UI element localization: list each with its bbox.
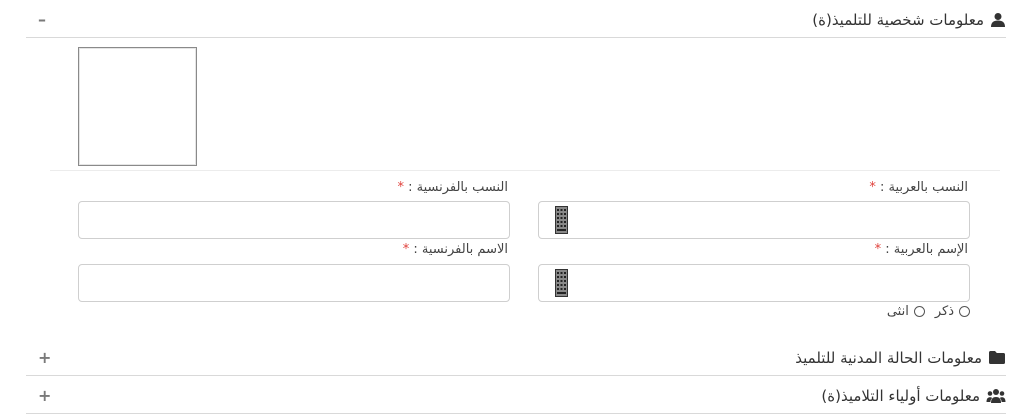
section-civil-title-wrap: معلومات الحالة المدنية للتلميذ xyxy=(795,349,1006,367)
folder-icon xyxy=(988,350,1006,365)
firstname-fr-label: الاسم بالفرنسية : * xyxy=(403,242,508,257)
lastname-ar-input[interactable] xyxy=(538,201,970,239)
users-icon xyxy=(986,388,1006,404)
gender-female-label: انثى xyxy=(886,304,909,319)
firstname-ar-input[interactable] xyxy=(538,264,970,302)
section-guardians-header[interactable]: + معلومات أولياء التلاميذ(ة) xyxy=(26,378,1006,414)
required-mark: * xyxy=(869,180,876,195)
gender-radio-group: ذكر انثى xyxy=(887,304,970,319)
section-personal-title: معلومات شخصية للتلميذ(ة) xyxy=(812,10,984,29)
user-icon xyxy=(990,12,1006,28)
lastname-fr-label-text: النسب بالفرنسية : xyxy=(408,180,508,195)
expand-toggle[interactable]: + xyxy=(38,387,51,404)
section-guardians-title: معلومات أولياء التلاميذ(ة) xyxy=(821,386,980,405)
gender-male-label: ذكر xyxy=(934,304,954,319)
lastname-fr-input[interactable] xyxy=(78,201,510,239)
firstname-fr-label-text: الاسم بالفرنسية : xyxy=(413,242,508,257)
section-civil-title: معلومات الحالة المدنية للتلميذ xyxy=(795,348,982,367)
section-personal-header[interactable]: – معلومات شخصية للتلميذ(ة) xyxy=(26,2,1006,38)
gender-male-option[interactable]: ذكر xyxy=(935,304,970,319)
gender-female-option[interactable]: انثى xyxy=(887,304,925,319)
collapse-toggle[interactable]: – xyxy=(38,11,46,28)
gender-male-radio[interactable] xyxy=(959,306,970,317)
firstname-ar-label-text: الإسم بالعربية : xyxy=(885,242,968,257)
lastname-ar-label: النسب بالعربية : * xyxy=(869,180,968,195)
lastname-fr-label: النسب بالفرنسية : * xyxy=(397,180,508,195)
expand-toggle[interactable]: + xyxy=(38,349,51,366)
section-personal-title-wrap: معلومات شخصية للتلميذ(ة) xyxy=(812,11,1006,29)
keyboard-icon[interactable] xyxy=(555,206,568,234)
keyboard-icon[interactable] xyxy=(555,269,568,297)
required-mark: * xyxy=(402,242,410,257)
firstname-fr-input[interactable] xyxy=(78,264,510,302)
firstname-ar-label: الإسم بالعربية : * xyxy=(875,242,968,257)
divider xyxy=(50,170,1000,171)
lastname-ar-label-text: النسب بالعربية : xyxy=(880,180,968,195)
student-photo-box[interactable] xyxy=(78,47,197,166)
required-mark: * xyxy=(397,180,404,195)
gender-female-radio[interactable] xyxy=(913,306,925,317)
section-guardians-title-wrap: معلومات أولياء التلاميذ(ة) xyxy=(821,387,1006,405)
required-mark: * xyxy=(874,242,882,257)
section-civil-header[interactable]: + معلومات الحالة المدنية للتلميذ xyxy=(26,340,1006,376)
